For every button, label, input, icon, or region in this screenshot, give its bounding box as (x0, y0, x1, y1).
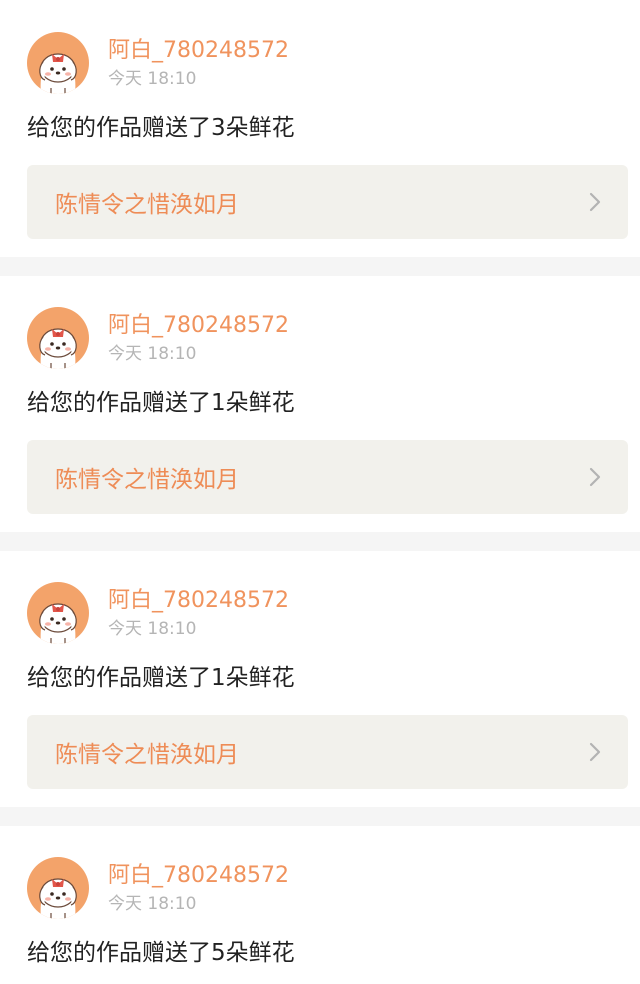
work-title: 陈情令之惜涣如月 (55, 467, 239, 493)
notification-card: 阿白_780248572 今天 18:10 给您的作品赠送了5朵鲜花 (0, 826, 640, 984)
work-link[interactable]: 陈情令之惜涣如月 (27, 715, 628, 789)
avatar[interactable] (27, 857, 89, 919)
username[interactable]: 阿白_780248572 (108, 312, 289, 340)
chevron-right-icon (589, 742, 601, 762)
gift-message: 给您的作品赠送了1朵鲜花 (27, 390, 295, 416)
notification-header: 阿白_780248572 今天 18:10 (27, 307, 628, 373)
work-title: 陈情令之惜涣如月 (55, 742, 239, 768)
notification-meta: 阿白_780248572 今天 18:10 (108, 307, 289, 365)
notification-meta: 阿白_780248572 今天 18:10 (108, 582, 289, 640)
notification-header: 阿白_780248572 今天 18:10 (27, 32, 628, 98)
notification-header: 阿白_780248572 今天 18:10 (27, 857, 628, 923)
notification-header: 阿白_780248572 今天 18:10 (27, 582, 628, 648)
avatar[interactable] (27, 307, 89, 369)
cartoon-dog-avatar-icon (39, 53, 77, 94)
cartoon-dog-avatar-icon (39, 878, 77, 919)
cartoon-dog-avatar-icon (39, 328, 77, 369)
username[interactable]: 阿白_780248572 (108, 587, 289, 615)
timestamp: 今天 18:10 (108, 69, 197, 89)
notification-card: 阿白_780248572 今天 18:10 给您的作品赠送了3朵鲜花 陈情令之惜… (0, 0, 640, 257)
work-link[interactable]: 陈情令之惜涣如月 (27, 165, 628, 239)
gift-message: 给您的作品赠送了1朵鲜花 (27, 665, 295, 691)
timestamp: 今天 18:10 (108, 619, 197, 639)
notification-card: 阿白_780248572 今天 18:10 给您的作品赠送了1朵鲜花 陈情令之惜… (0, 551, 640, 807)
timestamp: 今天 18:10 (108, 894, 197, 914)
avatar[interactable] (27, 32, 89, 94)
username[interactable]: 阿白_780248572 (108, 37, 289, 65)
work-link[interactable]: 陈情令之惜涣如月 (27, 440, 628, 514)
chevron-right-icon (589, 192, 601, 212)
notification-meta: 阿白_780248572 今天 18:10 (108, 857, 289, 915)
timestamp: 今天 18:10 (108, 344, 197, 364)
notification-meta: 阿白_780248572 今天 18:10 (108, 32, 289, 90)
gift-message: 给您的作品赠送了5朵鲜花 (27, 940, 295, 966)
cartoon-dog-avatar-icon (39, 603, 77, 644)
notification-card: 阿白_780248572 今天 18:10 给您的作品赠送了1朵鲜花 陈情令之惜… (0, 276, 640, 532)
chevron-right-icon (589, 467, 601, 487)
avatar[interactable] (27, 582, 89, 644)
username[interactable]: 阿白_780248572 (108, 862, 289, 890)
gift-message: 给您的作品赠送了3朵鲜花 (27, 115, 295, 141)
work-title: 陈情令之惜涣如月 (55, 192, 239, 218)
notification-feed: 阿白_780248572 今天 18:10 给您的作品赠送了3朵鲜花 陈情令之惜… (0, 0, 640, 984)
